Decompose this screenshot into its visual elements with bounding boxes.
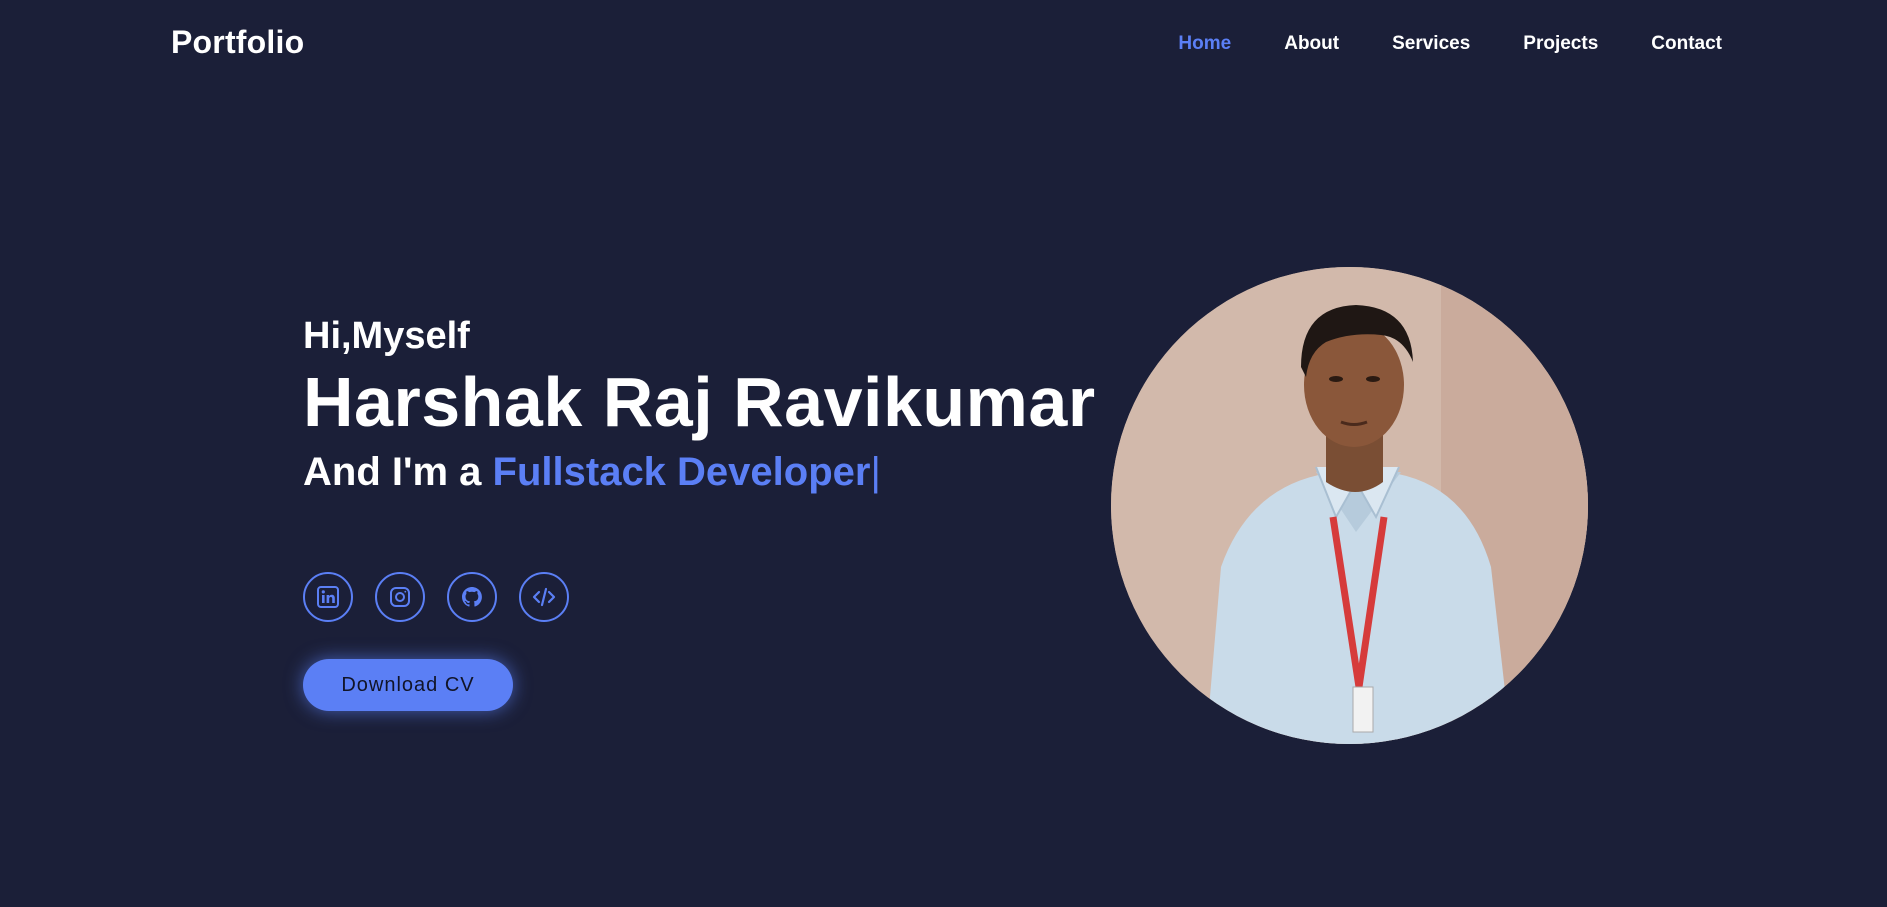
instagram-button[interactable] — [375, 572, 425, 622]
greeting: Hi,Myself — [303, 315, 470, 357]
nav-about[interactable]: About — [1284, 33, 1339, 55]
code-button[interactable] — [519, 572, 569, 622]
nav-contact[interactable]: Contact — [1651, 33, 1722, 55]
role-highlight: Fullstack Developer — [492, 450, 871, 494]
instagram-icon — [390, 587, 410, 607]
typing-cursor: | — [870, 450, 881, 494]
hero-text: Hi,Myself Harshak Raj Ravikumar And I'm … — [303, 312, 1096, 500]
hero-name: Harshak Raj Ravikumar — [303, 363, 1096, 441]
linkedin-icon — [317, 586, 339, 608]
profile-photo-illustration — [1111, 267, 1588, 744]
linkedin-button[interactable] — [303, 572, 353, 622]
nav-projects[interactable]: Projects — [1523, 33, 1598, 55]
role-prefix: And I'm a — [303, 450, 493, 494]
role-line: And I'm a Fullstack Developer| — [303, 444, 1096, 500]
profile-photo — [1111, 267, 1588, 744]
github-button[interactable] — [447, 572, 497, 622]
github-icon — [462, 587, 482, 607]
nav-home[interactable]: Home — [1178, 33, 1231, 55]
main-nav: Home About Services Projects Contact — [1125, 33, 1722, 55]
logo[interactable]: Portfolio — [171, 24, 304, 61]
download-cv-button[interactable]: Download CV — [303, 659, 513, 711]
nav-services[interactable]: Services — [1392, 33, 1470, 55]
code-icon — [532, 587, 556, 607]
social-links — [303, 572, 569, 622]
site-header: Portfolio Home About Services Projects C… — [0, 0, 1887, 90]
